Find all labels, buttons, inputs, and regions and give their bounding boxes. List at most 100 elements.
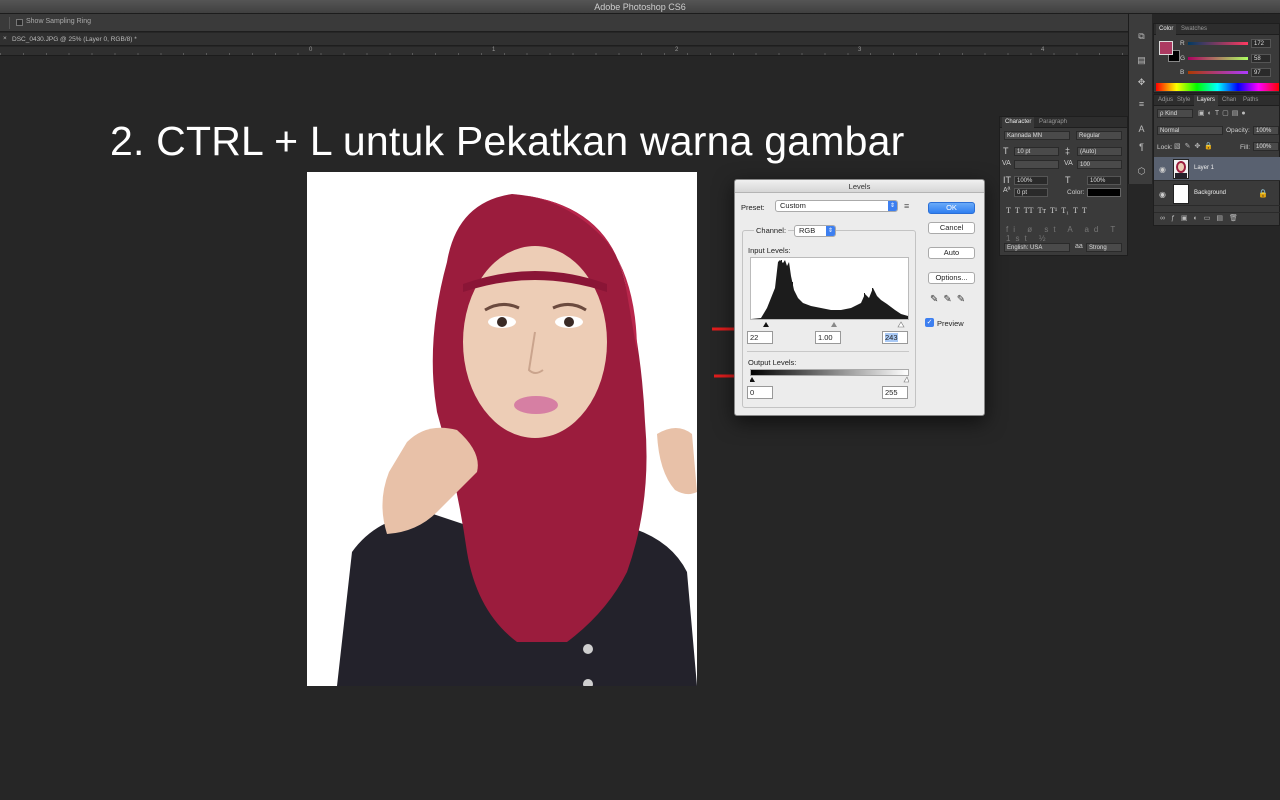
ruler-label: 4: [1041, 47, 1045, 53]
r-label: R: [1180, 40, 1185, 47]
output-white-field[interactable]: 255: [882, 386, 908, 399]
g-value[interactable]: 58: [1251, 54, 1271, 63]
close-tab-icon[interactable]: ×: [3, 35, 7, 42]
layer-filter-icons[interactable]: ▣◐T▢▤●: [1198, 109, 1249, 117]
antialias-select[interactable]: Strong: [1086, 243, 1122, 252]
horizontal-scale-field[interactable]: 100%: [1087, 176, 1121, 185]
font-style-select[interactable]: Regular: [1076, 131, 1122, 140]
text-color-swatch[interactable]: [1087, 188, 1121, 197]
opentype-buttons[interactable]: fi ø st A ad T 1st ½: [1006, 225, 1127, 243]
input-black-field[interactable]: 22: [747, 331, 773, 344]
g-slider[interactable]: [1188, 57, 1248, 60]
properties-icon[interactable]: ≡: [1136, 99, 1147, 110]
app-title-bar: Adobe Photoshop CS6: [0, 0, 1280, 14]
layer-thumbnail: [1173, 159, 1189, 179]
layers-footer-icons[interactable]: ∞ƒ▣◐▭▤🗑: [1154, 212, 1280, 225]
sampling-ring-checkbox[interactable]: [16, 19, 23, 26]
baseline-shift-field[interactable]: 0 pt: [1014, 188, 1048, 197]
tab-styles[interactable]: Style: [1174, 95, 1193, 106]
brush-preset-icon[interactable]: ✥: [1136, 77, 1147, 88]
r-slider[interactable]: [1188, 42, 1248, 45]
document-tab[interactable]: × DSC_0430.JPG @ 25% (Layer 0, RGB/8) *: [0, 33, 1128, 46]
tab-channels[interactable]: Chan: [1219, 95, 1239, 106]
actions-icon[interactable]: ▤: [1136, 55, 1147, 66]
black-eyedropper-icon[interactable]: ✎: [930, 294, 943, 305]
opacity-field[interactable]: 100%: [1253, 126, 1279, 135]
layer-kind-filter[interactable]: ρ Kind: [1157, 109, 1193, 118]
font-family-select[interactable]: Kannada MN: [1004, 131, 1070, 140]
foreground-color-swatch[interactable]: [1159, 41, 1173, 55]
lock-label: Lock:: [1157, 144, 1173, 151]
options-divider: [9, 17, 10, 29]
tab-color[interactable]: Color: [1156, 24, 1177, 35]
channel-select[interactable]: RGB ⇕: [794, 225, 836, 237]
tab-paths[interactable]: Paths: [1240, 95, 1261, 106]
channel-value: RGB: [799, 226, 816, 235]
panel-dock-strip: ⧉ ▤ ✥ ≡ A ¶ ⬡: [1128, 14, 1152, 184]
preset-value: Custom: [780, 201, 806, 210]
output-white-handle: [903, 376, 909, 383]
levels-group: Channel: RGB ⇕ Input Levels: 22 1.00 243: [742, 225, 916, 408]
leading-field[interactable]: (Auto): [1077, 147, 1122, 156]
preview-checkbox[interactable]: ✓: [925, 318, 934, 327]
visibility-eye-icon[interactable]: ◉: [1159, 165, 1166, 174]
tab-layers[interactable]: Layers: [1194, 95, 1219, 106]
3d-icon[interactable]: ⬡: [1136, 166, 1147, 177]
tab-character[interactable]: Character: [1002, 117, 1035, 128]
layer-row-layer-1[interactable]: ◉ Layer 1: [1154, 157, 1280, 181]
input-white-field[interactable]: 243: [882, 331, 908, 344]
levels-dialog: Levels Preset: Custom ⇕ ≡ OK Cancel Auto…: [734, 179, 985, 416]
color-spectrum-bar[interactable]: [1156, 83, 1279, 91]
color-panel-tabs: Color Swatches: [1154, 24, 1279, 35]
font-size-field[interactable]: 10 pt: [1014, 147, 1059, 156]
document-tab-name: DSC_0430.JPG @ 25% (Layer 0, RGB/8) *: [12, 36, 137, 43]
auto-button[interactable]: Auto: [928, 247, 975, 259]
layer-row-background[interactable]: ◉ Background 🔒: [1154, 182, 1280, 206]
b-slider[interactable]: [1188, 71, 1248, 74]
type-style-buttons[interactable]: T T TT Tт T¹ T₁ T T: [1006, 206, 1087, 215]
visibility-eye-icon[interactable]: ◉: [1159, 190, 1166, 199]
ruler-label: 2: [675, 47, 679, 53]
cancel-button[interactable]: Cancel: [928, 222, 975, 234]
layer-name: Layer 1: [1194, 165, 1215, 171]
fill-field[interactable]: 100%: [1253, 142, 1279, 151]
input-gamma-field[interactable]: 1.00: [815, 331, 841, 344]
history-icon[interactable]: ⧉: [1136, 31, 1147, 42]
vertical-scale-field[interactable]: 100%: [1014, 176, 1048, 185]
input-slider[interactable]: [750, 320, 909, 328]
tab-paragraph[interactable]: Paragraph: [1036, 117, 1070, 128]
gray-eyedropper-icon[interactable]: ✎: [943, 294, 956, 305]
white-eyedropper-icon[interactable]: ✎: [957, 294, 970, 305]
preset-select[interactable]: Custom ⇕: [775, 200, 898, 212]
channel-label: Channel:: [754, 226, 789, 235]
tracking-field[interactable]: 100: [1077, 160, 1122, 169]
output-slider[interactable]: [750, 376, 909, 383]
language-select[interactable]: English: USA: [1004, 243, 1070, 252]
ok-button[interactable]: OK: [928, 202, 975, 214]
leading-icon: ‡: [1065, 146, 1071, 156]
blend-mode-select[interactable]: Normal: [1157, 126, 1223, 135]
layer-name: Background: [1194, 190, 1227, 196]
tab-swatches[interactable]: Swatches: [1178, 24, 1210, 35]
antialias-icon: aa: [1075, 243, 1083, 250]
black-point-handle: [763, 322, 769, 327]
kerning-field[interactable]: [1014, 160, 1059, 169]
opacity-label: Opacity:: [1226, 127, 1250, 134]
canvas-photo[interactable]: [307, 172, 697, 686]
tutorial-headline: 2. CTRL + L untuk Pekatkan warna gambar: [110, 118, 905, 164]
preset-options-icon[interactable]: ≡: [904, 201, 909, 211]
tab-adjustments[interactable]: Adjus: [1155, 95, 1176, 106]
histogram-graph: [751, 260, 908, 319]
lock-icons[interactable]: ▧✎✥🔒: [1174, 142, 1217, 150]
output-levels-label: Output Levels:: [748, 358, 797, 367]
options-button[interactable]: Options...: [928, 272, 975, 284]
b-value[interactable]: 97: [1251, 68, 1271, 77]
g-label: G: [1180, 55, 1186, 62]
horizontal-scale-icon: T: [1065, 175, 1071, 185]
character-panel-icon[interactable]: A: [1136, 124, 1147, 135]
output-black-field[interactable]: 0: [747, 386, 773, 399]
histogram: [750, 257, 909, 320]
r-value[interactable]: 172: [1251, 39, 1271, 48]
paragraph-panel-icon[interactable]: ¶: [1136, 142, 1147, 153]
color-panel: Color Swatches R 172 G 58 B 97: [1153, 23, 1280, 93]
